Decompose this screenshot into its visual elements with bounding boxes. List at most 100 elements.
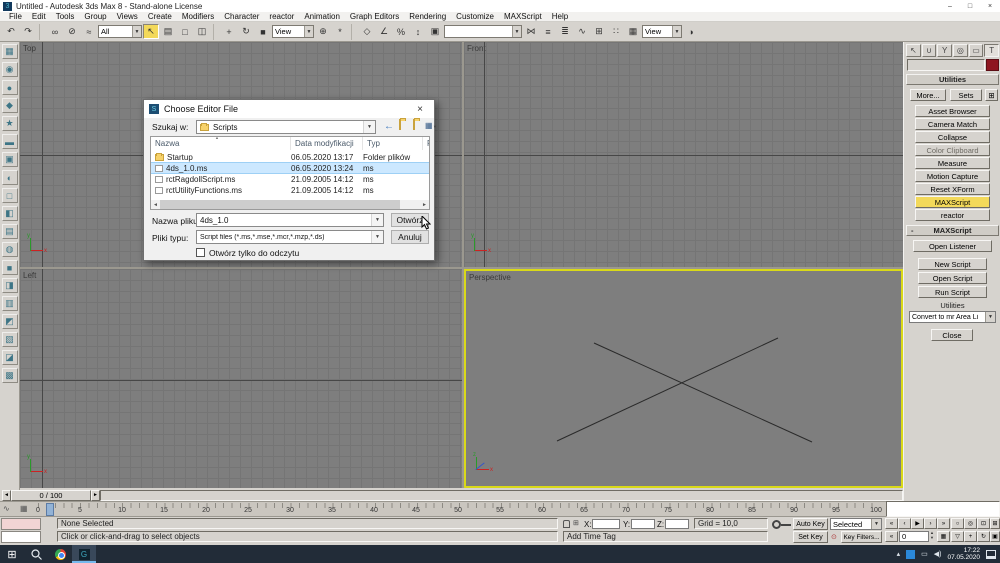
layer-manager-icon[interactable]: ≣ bbox=[557, 24, 573, 39]
more-utilities-button[interactable]: More... bbox=[910, 89, 946, 101]
chevron-down-icon[interactable]: ▼ bbox=[871, 519, 881, 529]
left-toolbar-icon[interactable]: ▩ bbox=[2, 368, 18, 383]
file-row[interactable]: rctUtilityFunctions.ms 21.09.2005 14:12 … bbox=[151, 185, 429, 195]
quick-render-icon[interactable]: ◑ bbox=[683, 24, 699, 39]
time-slider-handle[interactable]: 0 / 100 bbox=[11, 490, 91, 501]
trackbar-filter-icon[interactable]: ▦ bbox=[20, 504, 28, 513]
menu-animation[interactable]: Animation bbox=[299, 12, 345, 21]
left-toolbar-icon[interactable]: ▬ bbox=[2, 134, 18, 149]
menu-reactor[interactable]: reactor bbox=[264, 12, 299, 21]
spline-object[interactable] bbox=[466, 271, 901, 486]
set-key-button[interactable]: Set Key bbox=[793, 531, 828, 543]
left-toolbar-icon[interactable]: ■ bbox=[2, 260, 18, 275]
file-type-dropdown[interactable]: Script files (*.ms,*.mse,*.mcr,*.mzp,*.d… bbox=[196, 230, 384, 244]
undo-icon[interactable]: ↶ bbox=[3, 24, 19, 39]
y-coord-field[interactable] bbox=[631, 519, 655, 529]
viewport-front-label[interactable]: Front bbox=[467, 44, 486, 53]
track-bar[interactable]: ∿ ▦ 0 5 10 15 20 25 30 35 40 45 50 55 60… bbox=[0, 501, 886, 517]
material-editor-icon[interactable]: ∷ bbox=[608, 24, 624, 39]
viewport-left[interactable]: Left xy bbox=[20, 269, 462, 488]
align-icon[interactable]: ≡ bbox=[540, 24, 556, 39]
left-toolbar-icon[interactable]: ★ bbox=[2, 116, 18, 131]
chrome-taskbar-icon[interactable] bbox=[48, 545, 72, 563]
left-toolbar-icon[interactable]: ◆ bbox=[2, 98, 18, 113]
camera-match-button[interactable]: Camera Match bbox=[915, 118, 990, 130]
left-toolbar-icon[interactable]: ◍ bbox=[2, 242, 18, 257]
column-header-size[interactable]: R bbox=[423, 137, 430, 150]
menu-edit[interactable]: Edit bbox=[27, 12, 51, 21]
redo-icon[interactable]: ↷ bbox=[20, 24, 36, 39]
left-toolbar-icon[interactable]: □ bbox=[2, 188, 18, 203]
time-config-icon[interactable]: ▦ bbox=[937, 531, 950, 542]
left-toolbar-icon[interactable]: ◪ bbox=[2, 350, 18, 365]
new-script-button[interactable]: New Script bbox=[918, 258, 987, 270]
rollout-collapse-icon[interactable]: - bbox=[911, 226, 914, 235]
scroll-right-icon[interactable]: ► bbox=[420, 200, 429, 209]
taskbar-clock[interactable]: 17:22 07.05.2020 bbox=[947, 547, 980, 561]
maximize-button[interactable]: □ bbox=[960, 0, 980, 12]
chevron-down-icon[interactable]: ▼ bbox=[371, 231, 383, 243]
maxscript-button[interactable]: MAXScript bbox=[915, 196, 990, 208]
schematic-view-icon[interactable]: ⊞ bbox=[591, 24, 607, 39]
menu-rendering[interactable]: Rendering bbox=[404, 12, 451, 21]
select-and-link-icon[interactable]: ∞ bbox=[47, 24, 63, 39]
left-toolbar-icon[interactable]: ◉ bbox=[2, 62, 18, 77]
selection-filter-dropdown[interactable]: All▼ bbox=[98, 25, 142, 38]
measure-button[interactable]: Measure bbox=[915, 157, 990, 169]
maxscript-rollout-header[interactable]: - MAXScript bbox=[906, 225, 999, 236]
menu-maxscript[interactable]: MAXScript bbox=[499, 12, 547, 21]
start-button[interactable]: ⊞ bbox=[0, 545, 24, 563]
select-by-name-icon[interactable]: ▤ bbox=[160, 24, 176, 39]
selection-lock-icon[interactable] bbox=[563, 520, 570, 528]
menu-file[interactable]: File bbox=[4, 12, 27, 21]
chevron-down-icon[interactable]: ▼ bbox=[672, 26, 681, 37]
menu-tools[interactable]: Tools bbox=[51, 12, 80, 21]
action-center-icon[interactable] bbox=[986, 550, 996, 559]
left-toolbar-icon[interactable]: ▦ bbox=[2, 44, 18, 59]
minimize-button[interactable]: – bbox=[940, 0, 960, 12]
reset-xform-button[interactable]: Reset XForm bbox=[915, 183, 990, 195]
configure-button-sets-icon[interactable]: ⊞ bbox=[985, 89, 998, 101]
collapse-button[interactable]: Collapse bbox=[915, 131, 990, 143]
zoom-extents-icon[interactable]: ⊡ bbox=[977, 518, 990, 529]
volume-icon[interactable]: ◀) bbox=[934, 550, 942, 558]
arc-rotate-icon[interactable]: ↻ bbox=[977, 531, 990, 542]
hidden-icons-chevron[interactable]: ▴ bbox=[897, 550, 901, 558]
view-menu-icon[interactable]: ▦ bbox=[425, 121, 433, 130]
motion-tab-icon[interactable]: ◎ bbox=[953, 44, 968, 57]
edit-named-selections-icon[interactable]: ▣ bbox=[427, 24, 443, 39]
key-filters-button[interactable]: Key Filters... bbox=[841, 531, 882, 543]
network-icon[interactable]: ▭ bbox=[921, 550, 928, 558]
menu-group[interactable]: Group bbox=[79, 12, 111, 21]
chevron-down-icon[interactable]: ▼ bbox=[363, 121, 375, 133]
x-coord-field[interactable] bbox=[592, 519, 620, 529]
dialog-close-icon[interactable]: × bbox=[406, 100, 434, 118]
zoom-extents-all-icon[interactable]: ⊞ bbox=[990, 518, 1000, 529]
select-object-icon[interactable]: ↖ bbox=[143, 24, 159, 39]
hierarchy-tab-icon[interactable]: Y bbox=[937, 44, 952, 57]
select-and-rotate-icon[interactable]: ↻ bbox=[238, 24, 254, 39]
run-script-button[interactable]: Run Script bbox=[918, 286, 987, 298]
menu-modifiers[interactable]: Modifiers bbox=[177, 12, 219, 21]
cancel-button[interactable]: Anuluj bbox=[391, 230, 429, 244]
left-toolbar-icon[interactable]: ◩ bbox=[2, 314, 18, 329]
column-header-name[interactable]: Nazwa ▲ bbox=[151, 137, 291, 150]
mini-curve-editor-icon[interactable]: ∿ bbox=[3, 504, 10, 513]
open-listener-button[interactable]: Open Listener bbox=[913, 240, 992, 252]
field-of-view-icon[interactable]: ▽ bbox=[951, 531, 964, 542]
utilities-rollout-header[interactable]: Utilities bbox=[906, 74, 999, 85]
viewport-left-label[interactable]: Left bbox=[23, 271, 36, 280]
left-toolbar-icon[interactable]: ▧ bbox=[2, 332, 18, 347]
left-toolbar-icon[interactable]: ◧ bbox=[2, 206, 18, 221]
new-folder-icon[interactable] bbox=[413, 120, 415, 129]
scroll-left-icon[interactable]: ◄ bbox=[151, 200, 160, 209]
mirror-icon[interactable]: ⋈ bbox=[523, 24, 539, 39]
file-row[interactable]: Startup 06.05.2020 13:17 Folder plików bbox=[151, 152, 429, 162]
current-frame-field[interactable]: 0 bbox=[899, 531, 929, 542]
up-one-level-icon[interactable] bbox=[399, 120, 401, 129]
back-icon[interactable]: ← bbox=[384, 121, 394, 132]
tray-app-icon[interactable] bbox=[906, 550, 915, 559]
maxscript-mini-listener-pink[interactable] bbox=[1, 518, 41, 530]
next-frame-icon[interactable]: ► bbox=[91, 490, 100, 501]
render-scene-icon[interactable]: ▦ bbox=[625, 24, 641, 39]
